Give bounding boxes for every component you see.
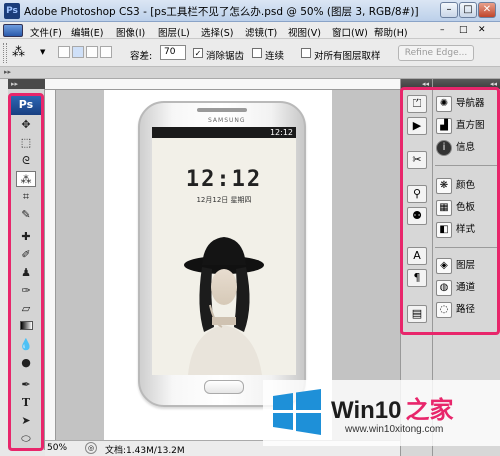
windows-logo-icon bbox=[273, 389, 321, 435]
menu-file[interactable]: 文件(F) bbox=[30, 25, 62, 39]
toolbox-highlight bbox=[8, 93, 44, 451]
menu-view[interactable]: 视图(V) bbox=[288, 25, 321, 39]
document-icon[interactable] bbox=[3, 24, 23, 37]
minimize-button[interactable]: – bbox=[440, 2, 458, 18]
menu-window[interactable]: 窗口(W) bbox=[332, 25, 368, 39]
intersect-selection-icon[interactable] bbox=[100, 46, 112, 58]
phone-screen: 12:12 12:12 12月12日 星期四 bbox=[152, 127, 296, 375]
refine-edge-button[interactable]: Refine Edge... bbox=[398, 45, 474, 61]
menu-layer[interactable]: 图层(L) bbox=[158, 25, 190, 39]
contiguous-label: 连续 bbox=[265, 51, 285, 62]
vertical-ruler[interactable] bbox=[45, 90, 56, 440]
watermark: Win10 之家 www.win10xitong.com bbox=[263, 380, 500, 446]
phone-home-button bbox=[204, 380, 244, 394]
subtract-selection-icon[interactable] bbox=[86, 46, 98, 58]
watermark-brand-a: Win10 bbox=[331, 397, 402, 424]
menu-help[interactable]: 帮助(H) bbox=[374, 25, 408, 39]
status-info-icon[interactable]: ◎ bbox=[85, 442, 97, 454]
horizontal-ruler[interactable] bbox=[45, 79, 400, 90]
magic-wand-preset-icon[interactable]: ⁂ bbox=[12, 45, 25, 60]
mdi-close-button[interactable]: ✕ bbox=[478, 25, 486, 35]
window-title: Adobe Photoshop CS3 - [ps工具栏不见了怎么办.psd @… bbox=[24, 6, 419, 18]
woman-with-hat-photo bbox=[184, 237, 264, 375]
photoshop-app-icon: Ps bbox=[4, 3, 20, 19]
menu-image[interactable]: 图像(I) bbox=[116, 25, 145, 39]
mdi-restore-button[interactable]: □ bbox=[459, 25, 468, 35]
panels-highlight bbox=[400, 87, 500, 335]
dock-bar: ▸▸ bbox=[0, 67, 500, 79]
watermark-brand: Win10 之家 bbox=[331, 390, 453, 425]
watermark-brand-b: 之家 bbox=[405, 397, 454, 424]
tolerance-label: 容差: bbox=[130, 51, 153, 62]
antialias-checkbox[interactable]: ✓ bbox=[193, 48, 203, 58]
all-layers-label: 对所有图层取样 bbox=[314, 51, 381, 62]
phone-speaker bbox=[197, 108, 247, 112]
contiguous-checkbox[interactable] bbox=[252, 48, 262, 58]
doc-info: 文档:1.43M/13.2M bbox=[105, 446, 185, 456]
phone-brand: SAMSUNG bbox=[208, 117, 246, 124]
antialias-label: 消除锯齿 bbox=[206, 51, 245, 62]
all-layers-checkbox[interactable] bbox=[301, 48, 311, 58]
menu-bar: 文件(F) 编辑(E) 图像(I) 图层(L) 选择(S) 滤镜(T) 视图(V… bbox=[0, 22, 500, 39]
close-button[interactable]: ✕ bbox=[478, 2, 496, 18]
menu-filter[interactable]: 滤镜(T) bbox=[245, 25, 277, 39]
options-bar: ⁂ ▼ 容差: 70 ✓ 消除锯齿 连续 对所有图层取样 Refine Edge… bbox=[0, 39, 500, 67]
watermark-url: www.win10xitong.com bbox=[345, 424, 444, 435]
tolerance-input[interactable]: 70 bbox=[160, 45, 186, 60]
new-selection-icon[interactable] bbox=[58, 46, 70, 58]
add-selection-icon[interactable] bbox=[72, 46, 84, 58]
title-bar: Ps Adobe Photoshop CS3 - [ps工具栏不见了怎么办.ps… bbox=[0, 0, 500, 22]
preset-dropdown-arrow-icon[interactable]: ▼ bbox=[40, 48, 45, 56]
menu-edit[interactable]: 编辑(E) bbox=[71, 25, 103, 39]
maximize-button[interactable]: □ bbox=[459, 2, 477, 18]
options-grip[interactable] bbox=[3, 43, 7, 63]
zoom-level[interactable]: 50% bbox=[47, 443, 67, 453]
menu-select[interactable]: 选择(S) bbox=[201, 25, 233, 39]
mdi-minimize-button[interactable]: – bbox=[440, 25, 445, 35]
toolbox-header[interactable]: ▸▸ bbox=[8, 79, 45, 89]
dock-expand-icon[interactable]: ▸▸ bbox=[4, 68, 11, 76]
